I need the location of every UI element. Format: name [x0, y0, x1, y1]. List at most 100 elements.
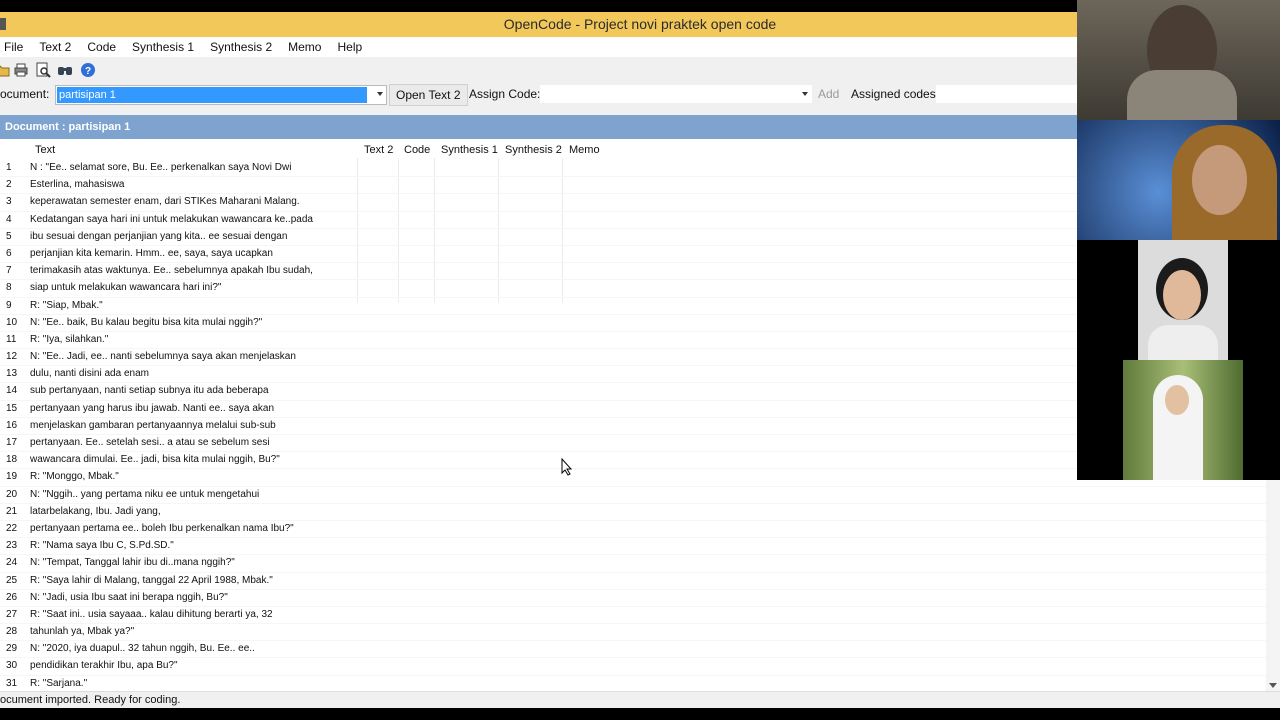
chevron-down-icon: [377, 92, 383, 96]
open-folder-icon[interactable]: [0, 62, 10, 78]
col-header-memo[interactable]: Memo: [569, 144, 600, 156]
line-number: 20: [6, 488, 18, 500]
add-button[interactable]: Add: [818, 87, 839, 101]
line-number: 22: [6, 522, 18, 534]
menu-synthesis1[interactable]: Synthesis 1: [124, 37, 202, 57]
line-text: pendidikan terakhir Ibu, apa Bu?": [30, 660, 178, 672]
line-number: 3: [6, 196, 12, 208]
menu-help[interactable]: Help: [329, 37, 370, 57]
mouse-cursor-icon: [561, 458, 573, 476]
line-number: 7: [6, 265, 12, 277]
line-text: N: "Jadi, usia Ibu saat ini berapa nggih…: [30, 591, 228, 603]
find-icon[interactable]: [57, 62, 73, 78]
menu-memo[interactable]: Memo: [280, 37, 329, 57]
line-text: keperawatan semester enam, dari STIKes M…: [30, 196, 300, 208]
text-line-row[interactable]: 27 R: "Saat ini.. usia sayaaa.. kalau dih…: [0, 607, 1266, 625]
print-icon[interactable]: [13, 62, 29, 78]
participant-video-4: [1123, 360, 1243, 480]
line-text: tahunlah ya, Mbak ya?": [30, 626, 135, 638]
line-number: 24: [6, 557, 18, 569]
text-line-row[interactable]: 26 N: "Jadi, usia Ibu saat ini berapa ngg…: [0, 590, 1266, 607]
line-number: 30: [6, 660, 18, 672]
line-number: 21: [6, 505, 18, 517]
line-number: 29: [6, 643, 18, 655]
open-text2-button[interactable]: Open Text 2: [389, 84, 468, 106]
window-title: OpenCode - Project novi praktek open cod…: [503, 16, 777, 32]
line-number: 16: [6, 419, 18, 431]
scroll-down-arrow-icon[interactable]: [1269, 683, 1277, 688]
app-icon: [0, 18, 6, 30]
line-text: pertanyaan pertama ee.. boleh Ibu perken…: [30, 522, 294, 534]
assign-code-select[interactable]: [540, 85, 812, 103]
col-header-text[interactable]: Text: [35, 144, 55, 156]
text-line-row[interactable]: 30 pendidikan terakhir Ibu, apa Bu?": [0, 658, 1266, 676]
text-line-row[interactable]: 22 pertanyaan pertama ee.. boleh Ibu perk…: [0, 521, 1266, 539]
menu-file[interactable]: File: [0, 37, 31, 57]
assigned-codes-label: Assigned codes:: [851, 87, 940, 101]
line-text: N: "Ee.. Jadi, ee.. nanti sebelumnya say…: [30, 351, 296, 363]
status-bar: ocument imported. Ready for coding.: [0, 691, 1280, 708]
chevron-down-icon: [802, 92, 808, 96]
line-number: 6: [6, 247, 12, 259]
line-text: terimakasih atas waktunya. Ee.. sebelumn…: [30, 265, 313, 277]
text-line-row[interactable]: 25 R: "Saya lahir di Malang, tanggal 22 A…: [0, 573, 1266, 590]
text-line-row[interactable]: 29 N: "2020, iya duapul.. 32 tahun nggih,…: [0, 641, 1266, 659]
help-icon[interactable]: ?: [80, 62, 96, 78]
line-number: 9: [6, 299, 12, 311]
line-text: siap untuk melakukan wawancara hari ini?…: [30, 282, 222, 294]
line-text: pertanyaan. Ee.. setelah sesi.. a atau s…: [30, 437, 270, 448]
line-text: sub pertanyaan, nanti setiap subnya itu …: [30, 385, 269, 397]
text-line-row[interactable]: 24 N: "Tempat, Tanggal lahir ibu di..mana…: [0, 555, 1266, 573]
col-header-synthesis1[interactable]: Synthesis 1: [441, 144, 498, 156]
line-number: 5: [6, 230, 12, 242]
text-line-row[interactable]: 20 N: "Nggih.. yang pertama niku ee untuk…: [0, 487, 1266, 504]
menu-text2[interactable]: Text 2: [31, 37, 79, 57]
line-text: dulu, nanti disini ada enam: [30, 368, 149, 380]
text-line-row[interactable]: 23 R: "Nama saya Ibu C, S.Pd.SD.": [0, 538, 1266, 556]
line-text: N: "Tempat, Tanggal lahir ibu di..mana n…: [30, 557, 235, 569]
line-text: N: "Ee.. baik, Bu kalau begitu bisa kita…: [30, 316, 263, 328]
line-number: 15: [6, 402, 18, 414]
print-preview-icon[interactable]: [35, 62, 51, 78]
line-text: menjelaskan gambaran pertanyaannya melal…: [30, 419, 276, 431]
participant-video-3: [1138, 240, 1228, 360]
menu-synthesis2[interactable]: Synthesis 2: [202, 37, 280, 57]
document-label: ocument:: [0, 87, 50, 101]
line-number: 14: [6, 385, 18, 397]
col-header-synthesis2[interactable]: Synthesis 2: [505, 144, 562, 156]
line-number: 17: [6, 437, 18, 448]
assign-code-label: Assign Code:: [469, 87, 541, 101]
line-text: Esterlina, mahasiswa: [30, 179, 125, 191]
line-text: latarbelakang, Ibu. Jadi yang,: [30, 505, 161, 517]
line-number: 13: [6, 368, 18, 380]
line-number: 23: [6, 540, 18, 552]
line-text: R: "Saat ini.. usia sayaaa.. kalau dihit…: [30, 608, 273, 620]
line-number: 31: [6, 677, 18, 689]
line-text: R: "Monggo, Mbak.": [30, 471, 119, 483]
document-select[interactable]: partisipan 1: [55, 85, 387, 105]
col-header-code[interactable]: Code: [404, 144, 430, 156]
line-number: 26: [6, 591, 18, 603]
line-text: ibu sesuai dengan perjanjian yang kita..…: [30, 230, 288, 242]
line-number: 1: [6, 162, 12, 173]
line-number: 12: [6, 351, 18, 363]
line-number: 19: [6, 471, 18, 483]
text-line-row[interactable]: 21 latarbelakang, Ibu. Jadi yang,: [0, 504, 1266, 521]
document-select-value: partisipan 1: [57, 87, 367, 103]
video-call-panel: [1077, 0, 1280, 480]
col-header-text2[interactable]: Text 2: [364, 144, 393, 156]
line-number: 28: [6, 626, 18, 638]
line-text: R: "Iya, silahkan.": [30, 333, 109, 345]
line-text: perjanjian kita kemarin. Hmm.. ee, saya,…: [30, 247, 273, 259]
participant-video-2: [1077, 120, 1280, 240]
line-text: R: "Sarjana.": [30, 677, 88, 689]
text-line-row[interactable]: 28 tahunlah ya, Mbak ya?": [0, 624, 1266, 642]
menu-code[interactable]: Code: [79, 37, 124, 57]
line-number: 25: [6, 574, 18, 586]
line-number: 8: [6, 282, 12, 294]
line-number: 27: [6, 608, 18, 620]
line-number: 11: [6, 333, 17, 345]
line-number: 2: [6, 179, 12, 191]
line-text: R: "Saya lahir di Malang, tanggal 22 Apr…: [30, 574, 273, 586]
line-text: N: "Nggih.. yang pertama niku ee untuk m…: [30, 488, 260, 500]
